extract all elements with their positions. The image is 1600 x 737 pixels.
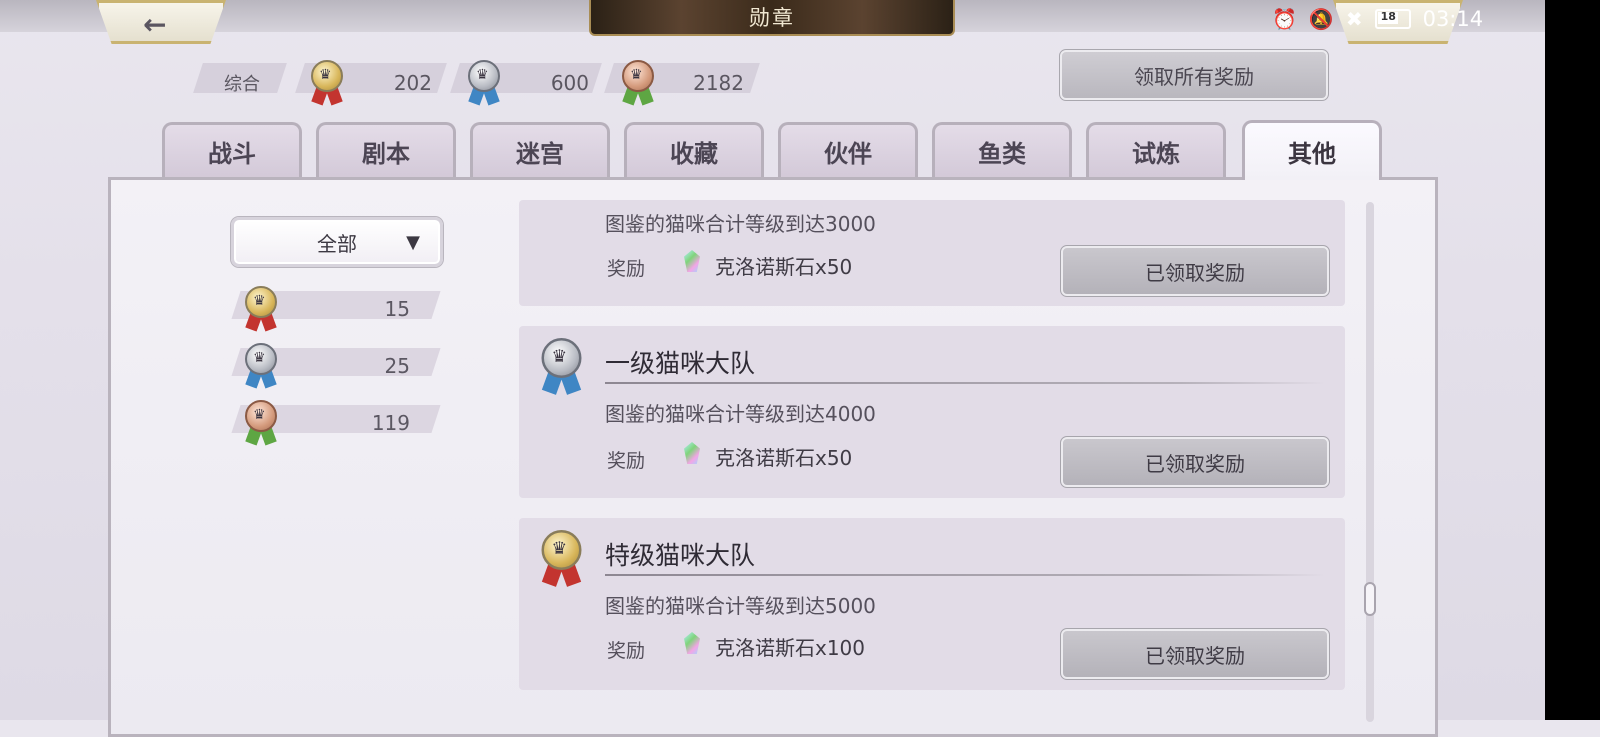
mute-icon: 🔕 (1308, 7, 1334, 31)
clock: 03:14 (1422, 7, 1484, 31)
chronos-stone-icon (684, 632, 700, 654)
reward-text: 克洛诺斯石x50 (715, 255, 853, 279)
chevron-down-icon: ▼ (406, 232, 420, 253)
tab-battle[interactable]: 战斗 (162, 122, 302, 178)
tab-fish[interactable]: 鱼类 (932, 122, 1072, 178)
claim-all-button[interactable]: 领取所有奖励 (1059, 49, 1329, 101)
achievement-card: 图鉴的猫咪合计等级到达3000 奖励 克洛诺斯石x50 已领取奖励 (519, 200, 1345, 306)
achievement-title: 特级猫咪大队 (605, 541, 756, 570)
claimed-button[interactable]: 已领取奖励 (1060, 436, 1330, 488)
battery-icon: 18 (1374, 9, 1411, 29)
tab-other[interactable]: 其他 (1242, 120, 1382, 180)
chronos-stone-icon (684, 442, 700, 464)
gold-count: 202 (393, 71, 432, 95)
arrow-left-icon: ← (143, 8, 167, 41)
tab-story[interactable]: 剧本 (316, 122, 456, 178)
bronze-medal-icon: ♛ (243, 400, 279, 446)
gold-medal-icon: ♛ (539, 530, 584, 587)
status-bar: ⏰ 🔕 ✖ 18 03:14 (1272, 6, 1483, 32)
achievement-card: ♛ 特级猫咪大队 图鉴的猫咪合计等级到达5000 奖励 克洛诺斯石x100 已领… (519, 518, 1345, 690)
achievement-title: 一级猫咪大队 (605, 349, 756, 378)
reward-label: 奖励 (607, 640, 646, 662)
scrollbar-thumb[interactable] (1364, 582, 1376, 616)
filter-dropdown[interactable]: 全部 ▼ (231, 217, 443, 267)
bronze-count: 2182 (693, 71, 744, 95)
back-button[interactable]: ← (96, 0, 226, 44)
claimed-button[interactable]: 已领取奖励 (1060, 628, 1330, 680)
tab-maze[interactable]: 迷宫 (470, 122, 610, 178)
achievement-desc: 图鉴的猫咪合计等级到达4000 (605, 402, 876, 426)
gold-medal-icon: ♛ (243, 286, 279, 332)
silver-medal-icon: ♛ (539, 338, 584, 395)
filter-selected: 全部 (317, 231, 357, 256)
reward-text: 克洛诺斯石x100 (715, 636, 866, 660)
achievement-desc: 图鉴的猫咪合计等级到达5000 (605, 594, 876, 618)
reward-label: 奖励 (607, 258, 646, 280)
divider (605, 574, 1325, 576)
bronze-medal-icon: ♛ (620, 60, 656, 106)
gold-medal-icon: ♛ (309, 60, 345, 106)
reward-label: 奖励 (607, 450, 646, 472)
summary-label: 综合 (224, 74, 260, 95)
achievement-card: ♛ 一级猫咪大队 图鉴的猫咪合计等级到达4000 奖励 克洛诺斯石x50 已领取… (519, 326, 1345, 498)
tab-trial[interactable]: 试炼 (1086, 122, 1226, 178)
side-silver-count: 25 (384, 354, 410, 378)
screen-edge (1545, 0, 1600, 720)
achievement-desc: 图鉴的猫咪合计等级到达3000 (605, 212, 876, 236)
divider (605, 382, 1325, 384)
chronos-stone-icon (684, 250, 700, 272)
alarm-icon: ⏰ (1272, 7, 1297, 31)
side-gold-count: 15 (384, 297, 410, 321)
silver-count: 600 (550, 71, 589, 95)
reward-text: 克洛诺斯石x50 (715, 446, 853, 470)
scrollbar-track[interactable] (1366, 202, 1374, 722)
page-title: 勋章 (589, 0, 955, 36)
claimed-button[interactable]: 已领取奖励 (1060, 245, 1330, 297)
silver-medal-icon: ♛ (243, 343, 279, 389)
tab-collection[interactable]: 收藏 (624, 122, 764, 178)
tab-partner[interactable]: 伙伴 (778, 122, 918, 178)
silver-medal-icon: ♛ (466, 60, 502, 106)
side-bronze-count: 119 (371, 411, 410, 435)
signal-off-icon: ✖ (1345, 7, 1363, 31)
